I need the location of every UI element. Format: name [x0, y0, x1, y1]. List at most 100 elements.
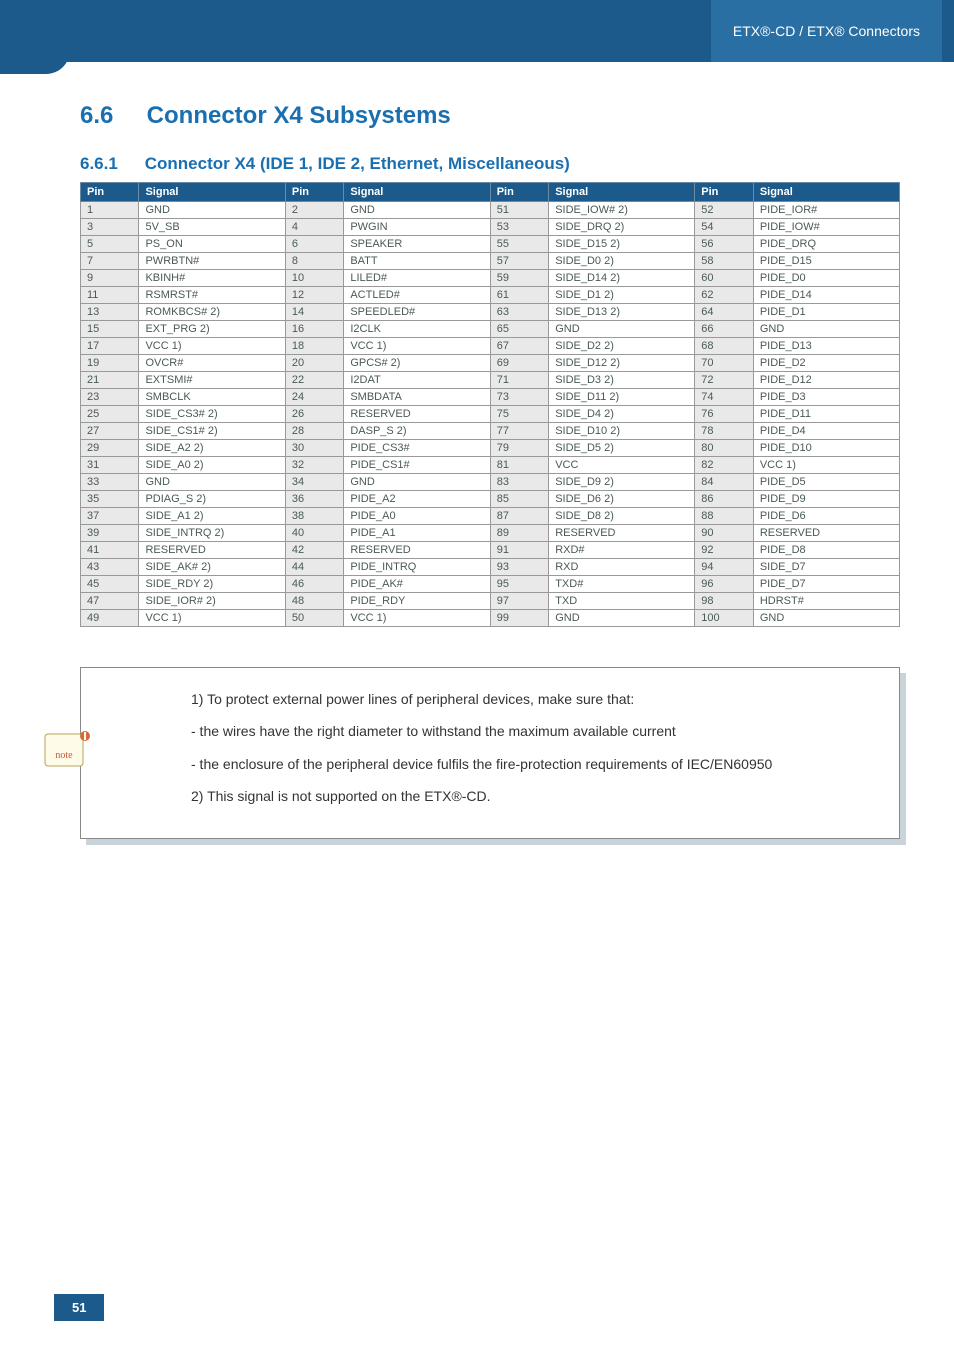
pin-cell: 32	[285, 457, 343, 474]
pin-cell: 67	[490, 338, 548, 355]
pin-cell: 96	[695, 576, 754, 593]
signal-cell: SIDE_D11 2)	[549, 389, 695, 406]
signal-cell: SIDE_CS3# 2)	[139, 406, 285, 423]
pin-cell: 50	[285, 610, 343, 627]
pin-cell: 34	[285, 474, 343, 491]
pin-cell: 86	[695, 491, 754, 508]
pin-cell: 28	[285, 423, 343, 440]
pin-cell: 78	[695, 423, 754, 440]
pin-cell: 6	[285, 236, 343, 253]
signal-cell: SIDE_D15 2)	[549, 236, 695, 253]
signal-cell: OVCR#	[139, 355, 285, 372]
signal-cell: SMBDATA	[344, 389, 490, 406]
pin-cell: 51	[490, 202, 548, 219]
pin-cell: 64	[695, 304, 754, 321]
pin-cell: 3	[81, 219, 139, 236]
section-title: Connector X4 Subsystems	[147, 102, 451, 129]
pin-cell: 65	[490, 321, 548, 338]
table-header: Pin	[490, 183, 548, 202]
pin-cell: 5	[81, 236, 139, 253]
signal-cell: ACTLED#	[344, 287, 490, 304]
pin-cell: 31	[81, 457, 139, 474]
header-bar: ETX®-CD / ETX® Connectors	[0, 0, 954, 62]
signal-cell: PS_ON	[139, 236, 285, 253]
signal-cell: PIDE_D14	[753, 287, 899, 304]
pin-cell: 62	[695, 287, 754, 304]
pin-cell: 73	[490, 389, 548, 406]
note-block: note 1) To protect external power lines …	[80, 667, 900, 839]
signal-cell: SIDE_D4 2)	[549, 406, 695, 423]
pin-cell: 7	[81, 253, 139, 270]
signal-cell: ROMKBCS# 2)	[139, 304, 285, 321]
signal-cell: PIDE_RDY	[344, 593, 490, 610]
table-row: 39SIDE_INTRQ 2)40PIDE_A189RESERVED90RESE…	[81, 525, 900, 542]
pin-cell: 95	[490, 576, 548, 593]
pin-cell: 11	[81, 287, 139, 304]
pin-cell: 39	[81, 525, 139, 542]
pin-cell: 21	[81, 372, 139, 389]
table-row: 29SIDE_A2 2)30PIDE_CS3#79SIDE_D5 2)80PID…	[81, 440, 900, 457]
pin-cell: 79	[490, 440, 548, 457]
signal-cell: TXD	[549, 593, 695, 610]
signal-cell: BATT	[344, 253, 490, 270]
note-line: - the enclosure of the peripheral device…	[191, 753, 875, 775]
pin-cell: 75	[490, 406, 548, 423]
note-line: 2) This signal is not supported on the E…	[191, 785, 875, 807]
signal-cell: SIDE_D13 2)	[549, 304, 695, 321]
pin-cell: 19	[81, 355, 139, 372]
table-header: Pin	[285, 183, 343, 202]
signal-cell: I2DAT	[344, 372, 490, 389]
section-heading: 6.6 Connector X4 Subsystems	[80, 102, 900, 130]
signal-cell: PIDE_D11	[753, 406, 899, 423]
pin-cell: 98	[695, 593, 754, 610]
pin-cell: 18	[285, 338, 343, 355]
signal-cell: PIDE_AK#	[344, 576, 490, 593]
signal-cell: PIDE_D7	[753, 576, 899, 593]
signal-cell: PIDE_A0	[344, 508, 490, 525]
pin-cell: 12	[285, 287, 343, 304]
note-icon: note	[41, 728, 91, 772]
table-row: 45SIDE_RDY 2)46PIDE_AK#95TXD#96PIDE_D7	[81, 576, 900, 593]
table-row: 33GND34GND83SIDE_D9 2)84PIDE_D5	[81, 474, 900, 491]
signal-cell: RXD	[549, 559, 695, 576]
table-row: 11RSMRST#12ACTLED#61SIDE_D1 2)62PIDE_D14	[81, 287, 900, 304]
pin-cell: 29	[81, 440, 139, 457]
signal-cell: 5V_SB	[139, 219, 285, 236]
signal-cell: SIDE_A2 2)	[139, 440, 285, 457]
signal-cell: PWRBTN#	[139, 253, 285, 270]
pin-cell: 27	[81, 423, 139, 440]
pin-cell: 84	[695, 474, 754, 491]
table-row: 13ROMKBCS# 2)14SPEEDLED#63SIDE_D13 2)64P…	[81, 304, 900, 321]
pin-cell: 10	[285, 270, 343, 287]
signal-cell: DASP_S 2)	[344, 423, 490, 440]
note-icon-label: note	[55, 750, 73, 761]
pin-cell: 80	[695, 440, 754, 457]
note-box: note 1) To protect external power lines …	[80, 667, 900, 839]
signal-cell: GND	[344, 474, 490, 491]
subsection-heading: 6.6.1 Connector X4 (IDE 1, IDE 2, Ethern…	[80, 154, 900, 174]
signal-cell: GND	[344, 202, 490, 219]
signal-cell: PIDE_D12	[753, 372, 899, 389]
pin-cell: 41	[81, 542, 139, 559]
signal-cell: SIDE_IOR# 2)	[139, 593, 285, 610]
signal-cell: SIDE_D1 2)	[549, 287, 695, 304]
pin-cell: 35	[81, 491, 139, 508]
section-number: 6.6	[80, 102, 140, 130]
pin-cell: 93	[490, 559, 548, 576]
signal-cell: RESERVED	[753, 525, 899, 542]
table-row: 19OVCR#20GPCS# 2)69SIDE_D12 2)70PIDE_D2	[81, 355, 900, 372]
signal-cell: PIDE_D10	[753, 440, 899, 457]
page-number: 51	[54, 1294, 104, 1321]
signal-cell: PIDE_D9	[753, 491, 899, 508]
signal-cell: PIDE_A2	[344, 491, 490, 508]
signal-cell: KBINH#	[139, 270, 285, 287]
subsection-title: Connector X4 (IDE 1, IDE 2, Ethernet, Mi…	[145, 154, 570, 173]
signal-cell: PIDE_D3	[753, 389, 899, 406]
pin-cell: 26	[285, 406, 343, 423]
pin-cell: 14	[285, 304, 343, 321]
pin-cell: 43	[81, 559, 139, 576]
pin-cell: 36	[285, 491, 343, 508]
signal-cell: SIDE_INTRQ 2)	[139, 525, 285, 542]
pin-cell: 90	[695, 525, 754, 542]
pin-cell: 2	[285, 202, 343, 219]
